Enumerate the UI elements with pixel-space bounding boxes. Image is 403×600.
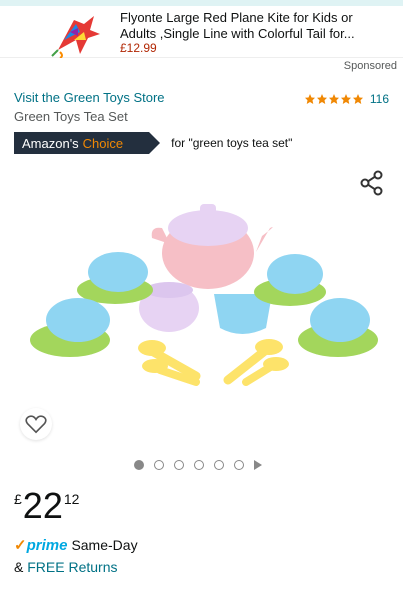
badge-prefix: Amazon's (22, 135, 79, 151)
ad-price: £12.99 (120, 41, 157, 55)
badge-choice: Choice (82, 135, 124, 151)
carousel-dot[interactable] (214, 460, 224, 470)
product-price: £ 22 12 (14, 487, 79, 525)
star-icon (352, 94, 363, 104)
image-carousel-dots (134, 460, 262, 470)
star-icon (304, 94, 315, 104)
prime-delivery: ✓ prime Same-Day (14, 536, 138, 555)
badge-query: for "green toys tea set" (171, 136, 293, 150)
share-icon[interactable] (359, 170, 385, 196)
ad-title[interactable]: Flyonte Large Red Plane Kite for Kids or… (120, 10, 390, 42)
returns-prefix: & (14, 559, 28, 575)
sponsored-label: Sponsored (343, 60, 397, 72)
heart-icon (25, 415, 47, 434)
carousel-dot[interactable] (234, 460, 244, 470)
star-icon (328, 94, 339, 104)
product-title: Green Toys Tea Set (14, 109, 128, 124)
price-currency: £ (14, 491, 22, 507)
video-play-icon[interactable] (254, 460, 262, 470)
amazons-choice-badge: Amazon's Choice (14, 132, 161, 154)
carousel-dot[interactable] (134, 460, 144, 470)
prime-logo: prime (26, 536, 68, 554)
free-returns-link[interactable]: FREE Returns (27, 559, 117, 575)
star-icon (316, 94, 327, 104)
prime-check-icon: ✓ (14, 537, 27, 554)
tea-set-image[interactable] (10, 168, 394, 440)
rating[interactable]: 116 (304, 92, 389, 106)
amazons-choice-badge-row: Amazon's Choice for "green toys tea set" (14, 131, 292, 155)
star-icon (340, 94, 351, 104)
prime-delivery-text: Same-Day (71, 537, 138, 553)
store-link[interactable]: Visit the Green Toys Store (14, 90, 165, 105)
rating-count[interactable]: 116 (370, 92, 389, 106)
sponsored-ad-banner[interactable]: Flyonte Large Red Plane Kite for Kids or… (0, 6, 403, 58)
price-whole: 22 (22, 485, 63, 526)
wishlist-button[interactable] (20, 408, 52, 440)
carousel-dot[interactable] (154, 460, 164, 470)
star-rating (304, 93, 364, 105)
price-fraction: 12 (63, 491, 80, 507)
carousel-dot[interactable] (174, 460, 184, 470)
carousel-dot[interactable] (194, 460, 204, 470)
plane-kite-icon (51, 16, 100, 58)
returns-info: & FREE Returns (14, 559, 117, 575)
